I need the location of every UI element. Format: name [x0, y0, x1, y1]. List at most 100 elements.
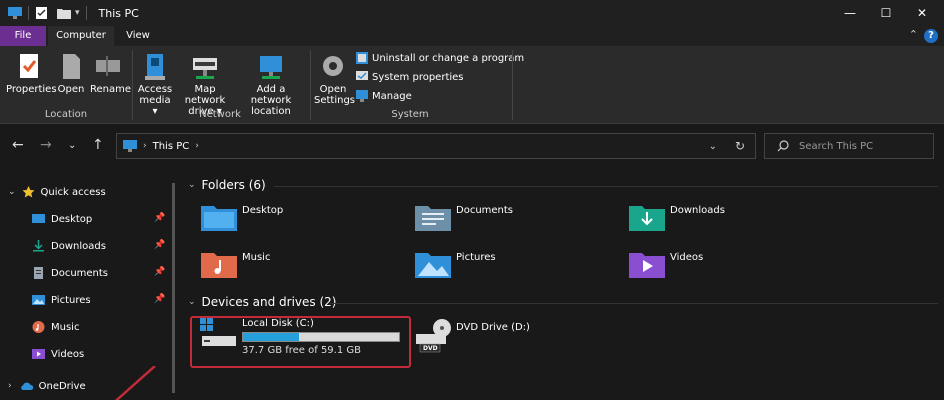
open-button[interactable]: Open [56, 52, 86, 95]
drive-name: DVD Drive (D:) [456, 322, 530, 333]
back-arrow-icon[interactable]: ← [12, 137, 24, 153]
sidebar-item-label: OneDrive [38, 380, 86, 392]
folder-pictures[interactable]: Pictures [414, 249, 496, 283]
map-network-drive-label-1: Map network [184, 84, 226, 106]
access-media-button[interactable]: Access media ▾ [136, 52, 174, 117]
sidebar-item-quick-access[interactable]: ⌄ Quick access [8, 182, 176, 202]
video-icon [32, 349, 45, 359]
maximize-button[interactable]: ☐ [866, 0, 906, 26]
ribbon-divider [310, 50, 311, 120]
properties-button[interactable]: Properties [6, 52, 57, 95]
title-bar: ▾ This PC — ☐ ✕ [0, 0, 944, 26]
sidebar-item-label: Desktop [51, 213, 93, 225]
chevron-right-icon[interactable]: › [8, 381, 12, 391]
sidebar-item-label: Quick access [40, 186, 106, 198]
sidebar-item-label: Documents [51, 267, 109, 279]
dvd-badge: DVD [423, 345, 438, 352]
drive-local-disk-c[interactable]: Local Disk (C:) 37.7 GB free of 59.1 GB [200, 318, 400, 356]
folder-videos[interactable]: Videos [628, 249, 703, 283]
star-icon [22, 186, 35, 198]
add-network-location-icon [260, 56, 282, 79]
open-settings-label-1: Open [319, 84, 347, 95]
new-folder-icon[interactable] [57, 7, 71, 19]
folder-name: Desktop [242, 205, 284, 216]
devices-section-header[interactable]: ⌄ Devices and drives (2) [188, 295, 336, 309]
folder-documents[interactable]: Documents [414, 202, 513, 236]
properties-label: Properties [6, 84, 57, 95]
breadcrumb-chevron-icon[interactable]: › [143, 141, 147, 151]
drive-free-space: 37.7 GB free of 59.1 GB [242, 345, 361, 356]
system-properties-icon [356, 71, 368, 80]
uninstall-program-button[interactable]: Uninstall or change a program [356, 52, 524, 64]
forward-arrow-icon[interactable]: → [40, 137, 52, 153]
refresh-icon[interactable]: ↻ [735, 139, 745, 153]
search-placeholder: Search This PC [799, 140, 874, 152]
rename-button[interactable]: Rename [90, 52, 131, 95]
folder-desktop[interactable]: Desktop [200, 202, 283, 236]
pin-icon[interactable]: 📌 [154, 240, 165, 250]
drive-dvd-d[interactable]: DVD DVD Drive (D:) [414, 318, 530, 354]
properties-checkmark-icon[interactable] [35, 7, 49, 19]
open-file-icon [63, 54, 80, 79]
uninstall-program-icon [356, 52, 368, 64]
address-bar[interactable]: › This PC › ⌄ ↻ [116, 133, 756, 159]
quick-access-toolbar-dropdown-icon[interactable]: ▾ [75, 8, 80, 18]
pictures-folder-icon [415, 253, 451, 278]
breadcrumb-this-pc[interactable]: This PC [153, 141, 190, 152]
rename-icon [96, 56, 120, 76]
documents-folder-icon [415, 206, 451, 231]
manage-icon [356, 90, 368, 102]
folder-music[interactable]: Music [200, 249, 270, 283]
folder-name: Videos [670, 252, 704, 263]
folder-name: Documents [456, 205, 514, 216]
drive-usage-fill [243, 333, 300, 341]
search-input[interactable]: Search This PC [764, 133, 934, 159]
pin-icon[interactable]: 📌 [154, 294, 165, 304]
recent-locations-chevron-icon[interactable]: ⌄ [68, 140, 76, 151]
help-button[interactable]: ? [924, 29, 938, 43]
system-properties-label: System properties [372, 71, 464, 83]
sidebar-item-label: Pictures [51, 294, 91, 306]
breadcrumb-chevron-icon[interactable]: › [195, 141, 199, 151]
tab-file[interactable]: File [0, 26, 46, 46]
folder-name: Downloads [670, 205, 725, 216]
address-dropdown-icon[interactable]: ⌄ [709, 141, 717, 152]
pin-icon[interactable]: 📌 [154, 213, 165, 223]
manage-button[interactable]: Manage [356, 90, 412, 102]
document-icon [34, 267, 43, 279]
annotation-arrow [114, 366, 156, 400]
gear-icon [323, 56, 343, 76]
chevron-down-icon[interactable]: ⌄ [188, 297, 196, 307]
access-media-label-1: Access [137, 84, 173, 95]
open-settings-label-2: Settings [314, 95, 356, 106]
up-arrow-icon[interactable]: ↑ [92, 137, 104, 153]
manage-label: Manage [372, 90, 412, 102]
ribbon-divider [512, 50, 513, 120]
open-settings-button[interactable]: Open Settings [314, 52, 356, 106]
window-title: This PC [98, 6, 139, 20]
tab-view[interactable]: View [118, 26, 158, 46]
minimize-button[interactable]: — [830, 0, 870, 26]
pin-icon[interactable]: 📌 [154, 267, 165, 277]
add-network-location-button[interactable]: Add a network location [236, 52, 306, 117]
drive-usage-bar [242, 332, 400, 342]
separator [85, 6, 87, 20]
cloud-icon [20, 382, 33, 390]
separator [28, 6, 29, 20]
download-icon [33, 240, 44, 252]
chevron-down-icon[interactable]: ⌄ [188, 180, 196, 190]
close-button[interactable]: ✕ [902, 0, 942, 26]
folder-downloads[interactable]: Downloads [628, 202, 725, 236]
map-network-drive-icon [193, 58, 217, 79]
tab-computer[interactable]: Computer [48, 26, 114, 46]
uninstall-program-label: Uninstall or change a program [372, 52, 525, 64]
content-pane: ⌄ Folders (6) Desktop Documents Download… [182, 170, 944, 400]
map-network-drive-button[interactable]: Map network drive ▾ [174, 52, 236, 117]
chevron-down-icon[interactable]: ⌄ [8, 187, 16, 197]
folders-section-header[interactable]: ⌄ Folders (6) [188, 178, 266, 192]
open-label: Open [57, 84, 85, 95]
this-pc-icon [123, 140, 137, 152]
collapse-ribbon-icon[interactable]: ⌃ [909, 28, 918, 41]
sidebar-scrollbar[interactable] [172, 183, 175, 393]
system-properties-button[interactable]: System properties [356, 71, 464, 83]
